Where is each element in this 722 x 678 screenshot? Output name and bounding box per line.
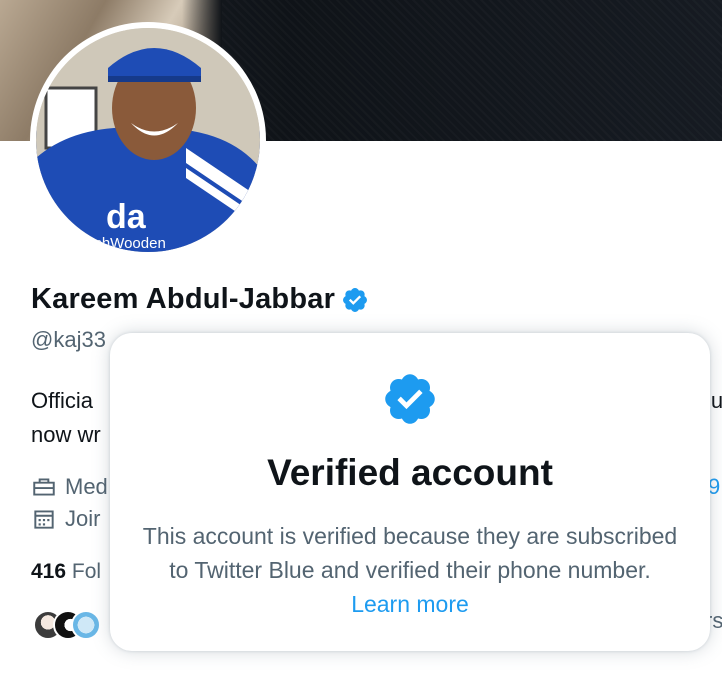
profile-name: Kareem Abdul-Jabbar [31, 283, 336, 315]
following-label: Fol [71, 560, 102, 583]
popup-title: Verified account [267, 452, 553, 493]
calendar-icon [34, 510, 54, 529]
followers-you-know[interactable] [33, 610, 101, 640]
avatar-shirt-logo: da [106, 198, 147, 236]
avatar-illustration: achWooden da [36, 28, 260, 252]
profile-handle: @kaj33 [31, 327, 106, 352]
avatar-caption: achWooden [86, 235, 166, 252]
verified-badge-icon [385, 374, 435, 424]
profile-category-label: Med [65, 474, 108, 499]
mini-avatar [71, 610, 101, 640]
popup-description: This account is verified because they ar… [140, 519, 680, 621]
profile-name-row: Kareem Abdul-Jabbar [31, 283, 369, 316]
profile-bio-line-1: Officia [31, 388, 93, 413]
verified-account-popup: Verified account This account is verifie… [110, 333, 710, 651]
profile-category: Med [31, 474, 108, 500]
learn-more-link[interactable]: Learn more [351, 591, 469, 617]
popup-description-text: This account is verified because they ar… [142, 523, 678, 583]
following-number: 416 [31, 560, 67, 583]
profile-joined: Joir [31, 506, 100, 532]
profile-bio-line-2: now wr [31, 422, 101, 447]
verified-badge-icon[interactable] [341, 286, 369, 314]
briefcase-icon [33, 478, 55, 496]
profile-joined-label: Joir [65, 506, 101, 531]
avatar-photo: achWooden da [36, 28, 260, 252]
profile-avatar[interactable]: achWooden da [30, 22, 266, 258]
banner-texture [222, 0, 722, 141]
following-count[interactable]: 416 Fol [31, 560, 101, 584]
